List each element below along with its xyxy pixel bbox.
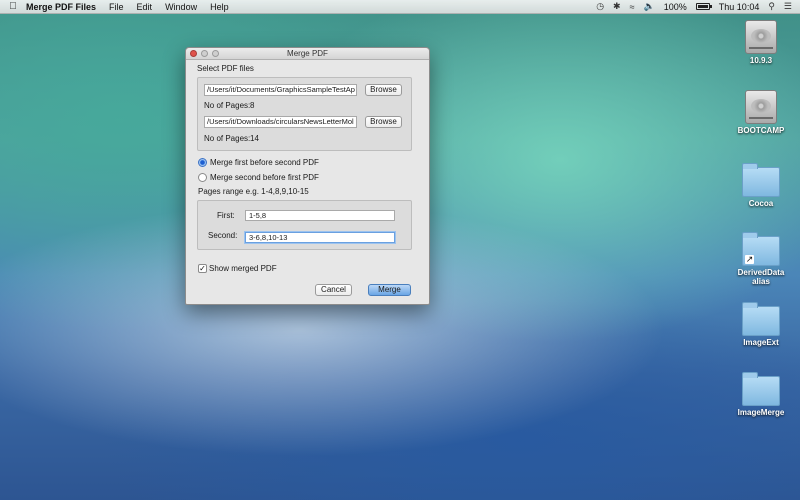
volume-icon[interactable]: 🔈 (644, 1, 655, 12)
desktop-item-imagemerge[interactable]: ImageMerge (731, 372, 791, 417)
window-title: Merge PDF (287, 49, 328, 58)
folder-icon (742, 302, 780, 336)
desktop-item-label: ImageMerge (737, 408, 785, 417)
first-pages-label: No of Pages: (204, 101, 251, 110)
desktop-item-label: 10.9.3 (749, 56, 773, 65)
menu-help[interactable]: Help (210, 2, 229, 12)
close-window-icon[interactable] (190, 50, 197, 57)
app-menu[interactable]: Merge PDF Files (26, 2, 96, 12)
desktop-item-imageext[interactable]: ImageExt (731, 302, 791, 347)
spotlight-icon[interactable]: ⚲ (768, 1, 775, 12)
merge-second-label[interactable]: Merge second before first PDF (210, 173, 319, 182)
hard-disk-icon (745, 90, 777, 124)
file-selection-group: /Users/it/Documents/GraphicsSampleTestAp… (197, 77, 412, 151)
desktop-item-10-9-3[interactable]: 10.9.3 (731, 20, 791, 65)
desktop-item-deriveddata-alias[interactable]: ↗ DerivedData alias (731, 232, 791, 286)
desktop-item-label: Cocoa (748, 199, 774, 208)
page-range-group: First: 1-5,8 Second: 3-6,8,10-13 (197, 200, 412, 250)
notification-center-icon[interactable]: ☰ (784, 1, 792, 12)
folder-icon (742, 163, 780, 197)
bluetooth-icon[interactable]: ✱ (613, 1, 621, 12)
menu-window[interactable]: Window (165, 2, 197, 12)
desktop-item-cocoa[interactable]: Cocoa (731, 163, 791, 208)
show-merged-label[interactable]: Show merged PDF (209, 264, 277, 273)
show-merged-checkbox[interactable]: ✓ (198, 264, 207, 273)
first-range-input[interactable]: 1-5,8 (245, 210, 395, 221)
merge-second-radio[interactable] (198, 173, 207, 182)
desktop-item-label: BOOTCAMP (737, 126, 785, 135)
merge-first-radio[interactable] (198, 158, 207, 167)
wifi-icon[interactable]: ≈ (630, 2, 635, 12)
desktop-item-label-line2: alias (752, 277, 770, 286)
second-range-label: Second: (208, 231, 238, 240)
browse-first-button[interactable]: Browse (365, 84, 402, 96)
time-machine-icon[interactable]: ◷ (596, 1, 604, 12)
zoom-window-icon[interactable] (212, 50, 219, 57)
range-hint-text: Pages range e.g. 1-4,8,9,10-15 (198, 187, 309, 196)
first-pdf-path-field[interactable]: /Users/it/Documents/GraphicsSampleTestAp (204, 84, 357, 96)
alias-arrow-icon: ↗ (745, 254, 754, 264)
browse-second-button[interactable]: Browse (365, 116, 402, 128)
menu-extras: ◷ ✱ ≈ 🔈 100% Thu 10:04 ⚲ ☰ (596, 1, 800, 12)
menu-edit[interactable]: Edit (137, 2, 153, 12)
window-controls (190, 50, 219, 57)
second-pdf-path-field[interactable]: /Users/it/Downloads/circularsNewsLetterM… (204, 116, 357, 128)
folder-alias-icon: ↗ (742, 232, 780, 266)
merge-pdf-window: Merge PDF Select PDF files /Users/it/Doc… (185, 47, 430, 305)
desktop-item-label-line1: DerivedData (737, 268, 785, 277)
menu-file[interactable]: File (109, 2, 124, 12)
cancel-button[interactable]: Cancel (315, 284, 352, 296)
battery-icon[interactable] (695, 3, 712, 10)
second-pages-label: No of Pages: (204, 134, 251, 143)
window-titlebar[interactable]: Merge PDF (186, 48, 429, 60)
minimize-window-icon[interactable] (201, 50, 208, 57)
menu-clock[interactable]: Thu 10:04 (719, 2, 760, 12)
battery-percent: 100% (663, 1, 687, 12)
apple-menu-icon[interactable]:  (0, 1, 26, 12)
select-pdf-label: Select PDF files (197, 64, 254, 73)
merge-button[interactable]: Merge (368, 284, 411, 296)
merge-first-label[interactable]: Merge first before second PDF (210, 158, 319, 167)
desktop-item-bootcamp[interactable]: BOOTCAMP (731, 90, 791, 135)
second-range-input[interactable]: 3-6,8,10-13 (245, 232, 395, 243)
first-range-label: First: (217, 211, 235, 220)
hard-disk-icon (745, 20, 777, 54)
second-pages-count: 14 (250, 134, 259, 143)
folder-icon (742, 372, 780, 406)
desktop-item-label: ImageExt (743, 338, 779, 347)
first-pages-count: 8 (250, 101, 255, 110)
menu-bar:  Merge PDF Files File Edit Window Help … (0, 0, 800, 14)
